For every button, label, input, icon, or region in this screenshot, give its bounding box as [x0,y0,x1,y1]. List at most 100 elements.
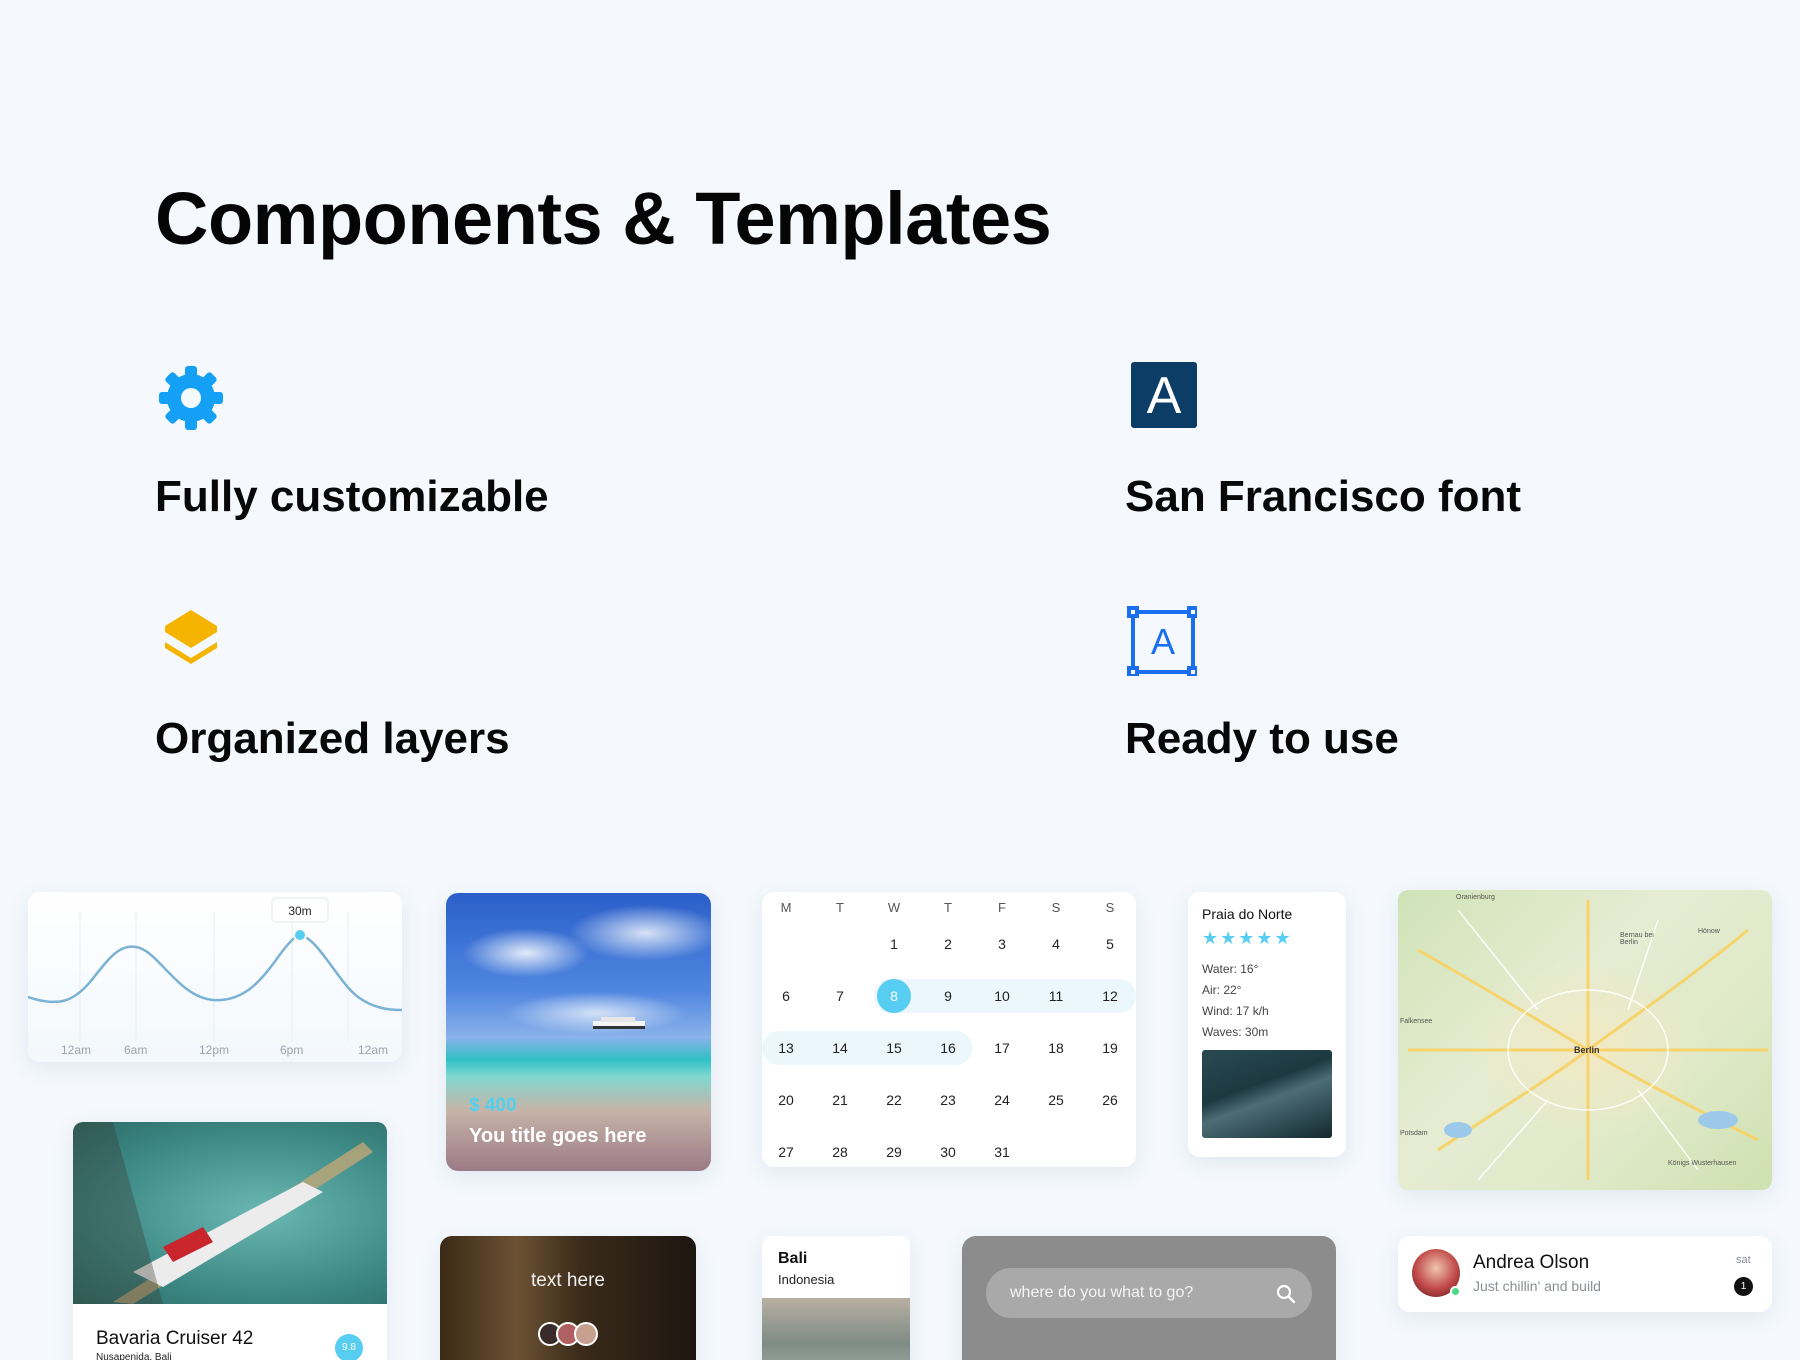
beach-detail: Air: 22° [1202,983,1241,997]
weekday-label: F [982,900,1022,915]
tick-label: 12pm [199,1043,229,1057]
beach-detail: Wind: 17 k/h [1202,1004,1269,1018]
calendar-day[interactable]: 29 [874,1137,914,1167]
calendar-day[interactable]: 24 [982,1085,1022,1115]
beach-detail: Waves: 30m [1202,1025,1268,1039]
map-label: Berlin [1574,1045,1600,1055]
calendar-day[interactable]: 6 [766,981,806,1011]
calendar-day[interactable]: 17 [982,1033,1022,1063]
score-badge: 9.8 [335,1334,363,1360]
chat-item[interactable]: Andrea Olson Just chillin' and build sat… [1398,1236,1772,1312]
tick-label: 6am [124,1043,147,1057]
story-text: text here [440,1270,696,1292]
calendar-day[interactable]: 26 [1090,1085,1130,1115]
calendar-day[interactable]: 11 [1036,981,1076,1011]
search-icon[interactable] [1276,1284,1296,1304]
search-field[interactable] [986,1268,1312,1318]
map-card[interactable]: Oranienburg Bernau bei Berlin Berlin Pot… [1398,890,1772,1190]
search-input[interactable] [1010,1268,1250,1318]
calendar-day[interactable]: 23 [928,1085,968,1115]
calendar-day[interactable]: 30 [928,1137,968,1167]
text-box-icon: A [1125,604,1197,676]
calendar-day[interactable]: 10 [982,981,1022,1011]
calendar-day[interactable]: 8 [874,981,914,1011]
message-time: sat [1736,1254,1751,1266]
calendar-card: MTWTFSS123456789101112131415161718192021… [762,892,1136,1167]
weekday-label: T [928,900,968,915]
tick-label: 12am [61,1043,91,1057]
rating-stars: ★★★★★ [1202,928,1293,949]
feature-label: Organized layers [155,714,510,764]
calendar-day[interactable]: 14 [820,1033,860,1063]
calendar-day[interactable]: 16 [928,1033,968,1063]
place-country: Indonesia [778,1272,834,1287]
feature-customizable: Fully customizable [155,362,755,532]
weekday-label: T [820,900,860,915]
search-card [962,1236,1336,1360]
boat-name: Bavaria Cruiser 42 [96,1328,253,1350]
feature-label: San Francisco font [1125,472,1521,522]
feature-ready: A Ready to use [1125,604,1725,774]
map-label: Königs Wusterhausen [1668,1160,1736,1167]
calendar-day[interactable]: 1 [874,929,914,959]
calendar-day[interactable]: 27 [766,1137,806,1167]
calendar-day[interactable]: 21 [820,1085,860,1115]
boat-location: Nusapenida, Bali [96,1352,172,1360]
map-label: Hönow [1698,928,1720,935]
calendar-day[interactable]: 12 [1090,981,1130,1011]
map-roads [1398,890,1772,1190]
calendar-day[interactable]: 19 [1090,1033,1130,1063]
beach-info-card[interactable]: Praia do Norte ★★★★★ Water: 16° Air: 22°… [1188,892,1346,1157]
place-name: Bali [778,1250,807,1268]
text-box-glyph: A [1151,621,1175,662]
tide-chart: 30m 12am 6am 12pm 6pm 12am [28,892,402,1062]
contact-name: Andrea Olson [1473,1252,1589,1274]
beach-detail: Water: 16° [1202,962,1258,976]
tide-curve [28,935,402,1010]
calendar-day[interactable]: 22 [874,1085,914,1115]
calendar-day[interactable]: 15 [874,1033,914,1063]
offer-card[interactable]: $ 400 You title goes here [446,893,711,1171]
gear-icon [155,362,227,434]
calendar-day[interactable]: 18 [1036,1033,1076,1063]
calendar-day[interactable]: 3 [982,929,1022,959]
weekday-label: M [766,900,806,915]
letter-a-icon: A [1131,362,1197,428]
tick-label: 6pm [280,1043,303,1057]
letter-a-glyph: A [1131,366,1197,426]
map-label: Oranienburg [1456,894,1495,901]
avatar [574,1322,598,1346]
weekday-label: S [1090,900,1130,915]
feature-layers: Organized layers [155,604,755,774]
story-card[interactable]: text here [440,1236,696,1360]
calendar-day[interactable]: 20 [766,1085,806,1115]
map-label: Potsdam [1400,1130,1428,1137]
tide-tooltip: 30m [288,904,311,918]
calendar-day[interactable]: 31 [982,1137,1022,1167]
calendar-day[interactable]: 5 [1090,929,1130,959]
page-title: Components & Templates [155,176,1051,261]
calendar-day[interactable]: 7 [820,981,860,1011]
offer-price: $ 400 [469,1095,517,1117]
place-card[interactable]: Bali Indonesia [762,1236,910,1360]
calendar-day[interactable]: 9 [928,981,968,1011]
feature-label: Fully customizable [155,472,549,522]
feature-font: A San Francisco font [1125,362,1725,532]
place-photo [762,1298,910,1360]
unread-badge: 1 [1734,1277,1753,1296]
map-label: Bernau bei Berlin [1620,932,1660,946]
boat-photo [73,1122,387,1304]
calendar-day[interactable]: 13 [766,1033,806,1063]
calendar-day[interactable]: 28 [820,1137,860,1167]
last-message: Just chillin' and build [1473,1278,1601,1294]
boat-card[interactable]: Bavaria Cruiser 42 Nusapenida, Bali 9.8 [73,1122,387,1360]
calendar-day[interactable]: 25 [1036,1085,1076,1115]
layers-icon [155,604,227,676]
map-label: Falkensee [1400,1018,1432,1025]
tick-label: 12am [358,1043,388,1057]
weekday-label: W [874,900,914,915]
tide-marker[interactable] [294,929,306,941]
feature-label: Ready to use [1125,714,1399,764]
calendar-day[interactable]: 2 [928,929,968,959]
calendar-day[interactable]: 4 [1036,929,1076,959]
